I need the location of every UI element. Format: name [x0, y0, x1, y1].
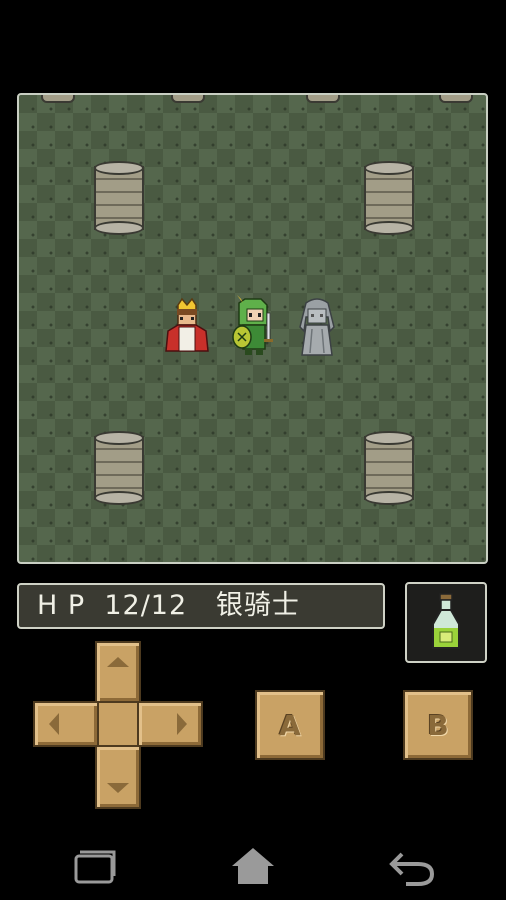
king-sprite[interactable] [164, 295, 210, 359]
arrow-right-icon [177, 713, 187, 735]
arrow-down-icon [107, 783, 129, 793]
game-board[interactable] [17, 93, 488, 564]
player-knight-sprite[interactable] [229, 295, 275, 359]
b-button[interactable]: B [403, 690, 473, 760]
a-button-label: A [279, 708, 301, 742]
potion-icon [432, 593, 460, 649]
b-button-label: B [427, 708, 449, 742]
pillar-stub [171, 95, 205, 103]
arrow-left-icon [49, 713, 59, 735]
recent-apps-icon[interactable] [70, 844, 120, 888]
hp-label: H P [37, 590, 86, 621]
pillar-stub [439, 95, 473, 103]
stone-pillar [364, 161, 414, 235]
dpad-left-button[interactable] [33, 701, 99, 747]
dpad-up-button[interactable] [95, 641, 141, 703]
stone-pillar [94, 161, 144, 235]
character-name: 银骑士 [215, 590, 300, 621]
arrow-up-icon [107, 657, 129, 667]
pillar-stub [306, 95, 340, 103]
dpad-right-button[interactable] [137, 701, 203, 747]
system-nav-bar [0, 830, 506, 900]
potion-item-button[interactable] [405, 582, 487, 663]
stone-pillar [94, 431, 144, 505]
status-bar: H P 12/12 银骑士 [17, 583, 385, 629]
dpad-down-button[interactable] [95, 745, 141, 809]
a-button[interactable]: A [255, 690, 325, 760]
dpad-center [99, 703, 137, 745]
hp-value: 12/12 [104, 590, 188, 621]
pillar-stub [41, 95, 75, 103]
home-icon[interactable] [228, 844, 278, 888]
stone-pillar [364, 431, 414, 505]
back-icon[interactable] [388, 844, 438, 888]
stone-statue-sprite[interactable] [294, 297, 340, 361]
